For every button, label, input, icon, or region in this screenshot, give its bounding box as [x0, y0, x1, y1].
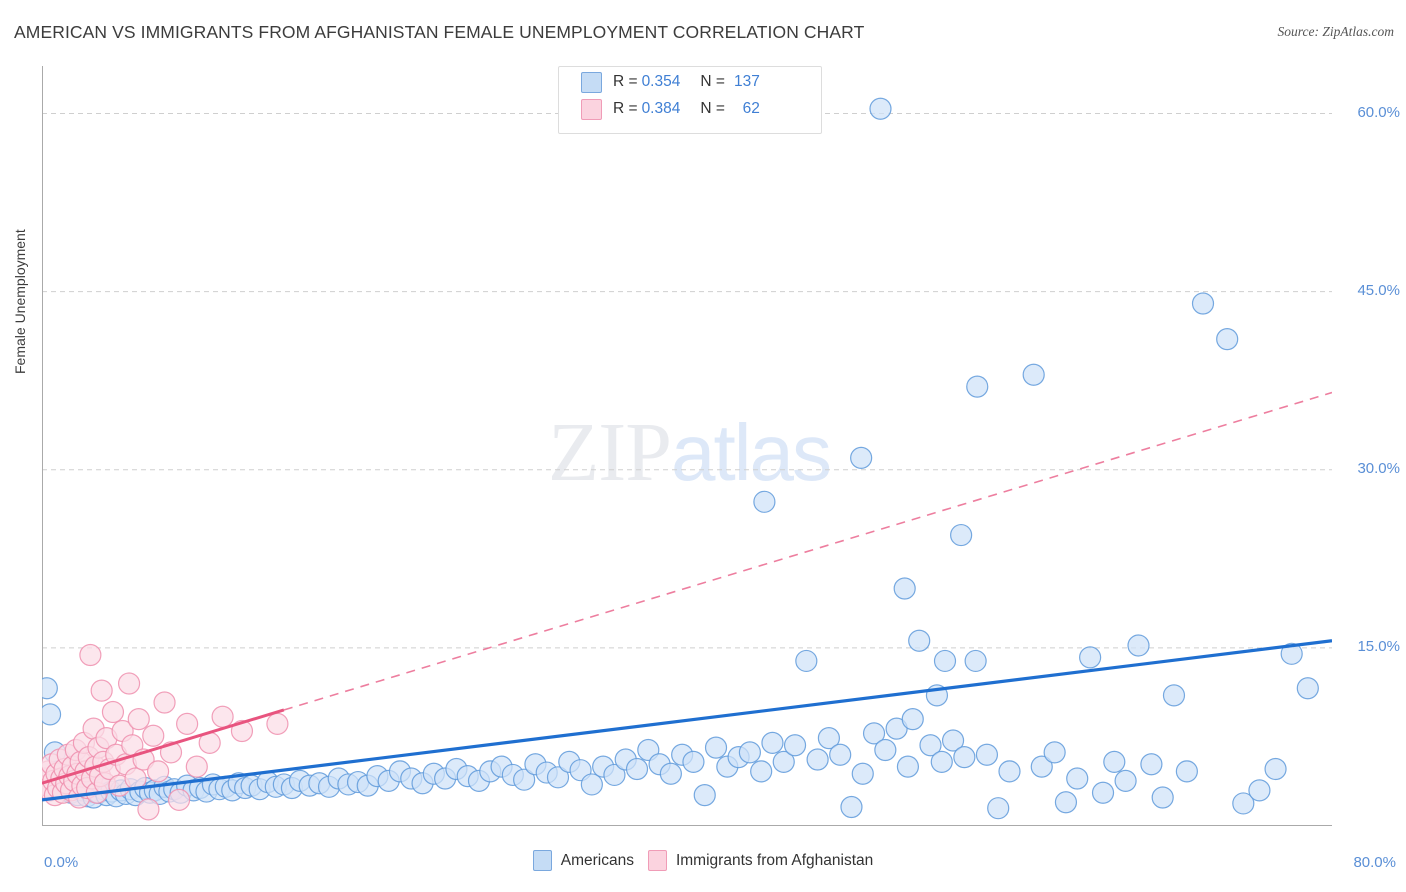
series-label-immigrants: Immigrants from Afghanistan	[675, 851, 874, 869]
n-label-immigrants: N =	[700, 100, 725, 117]
series-legend-item-americans[interactable]: Americans	[532, 850, 634, 871]
y-axis-tick-0: 60.0%	[1357, 103, 1400, 121]
legend-swatch-immigrants	[581, 98, 602, 120]
series-legend: Americans Immigrants from Afghanistan	[0, 850, 1406, 871]
n-value-immigrants: 62	[742, 100, 760, 117]
r-value-americans: 0.354	[641, 73, 681, 90]
stats-legend-row-americans: R = 0.354 N = 137	[559, 67, 821, 94]
y-axis-tick-1: 45.0%	[1357, 281, 1400, 299]
series-legend-item-immigrants[interactable]: Immigrants from Afghanistan	[647, 850, 874, 871]
page-title: AMERICAN VS IMMIGRANTS FROM AFGHANISTAN …	[14, 22, 865, 42]
y-axis-title: Female Unemployment	[12, 229, 28, 374]
source-attribution: Source: ZipAtlas.com	[1277, 24, 1394, 39]
y-axis-tick-2: 30.0%	[1357, 459, 1400, 477]
stats-legend: R = 0.354 N = 137 R = 0.384 N = 62	[558, 66, 822, 134]
series-points-americans	[42, 98, 1318, 818]
correlation-chart: AMERICAN VS IMMIGRANTS FROM AFGHANISTAN …	[0, 0, 1406, 892]
series-swatch-americans	[532, 850, 552, 871]
plot-area	[42, 66, 1332, 826]
scatter-plot-canvas	[42, 66, 1332, 826]
n-value-americans: 137	[734, 73, 760, 90]
r-label-immigrants: R =	[613, 100, 638, 117]
r-value-immigrants: 0.384	[641, 100, 681, 117]
legend-swatch-americans	[581, 71, 602, 93]
r-label-americans: R =	[613, 73, 638, 90]
series-label-americans: Americans	[560, 851, 634, 869]
n-label-americans: N =	[700, 73, 725, 90]
stats-legend-row-immigrants: R = 0.384 N = 62	[559, 94, 821, 121]
series-swatch-immigrants	[647, 850, 667, 871]
y-axis-tick-3: 15.0%	[1357, 637, 1400, 655]
